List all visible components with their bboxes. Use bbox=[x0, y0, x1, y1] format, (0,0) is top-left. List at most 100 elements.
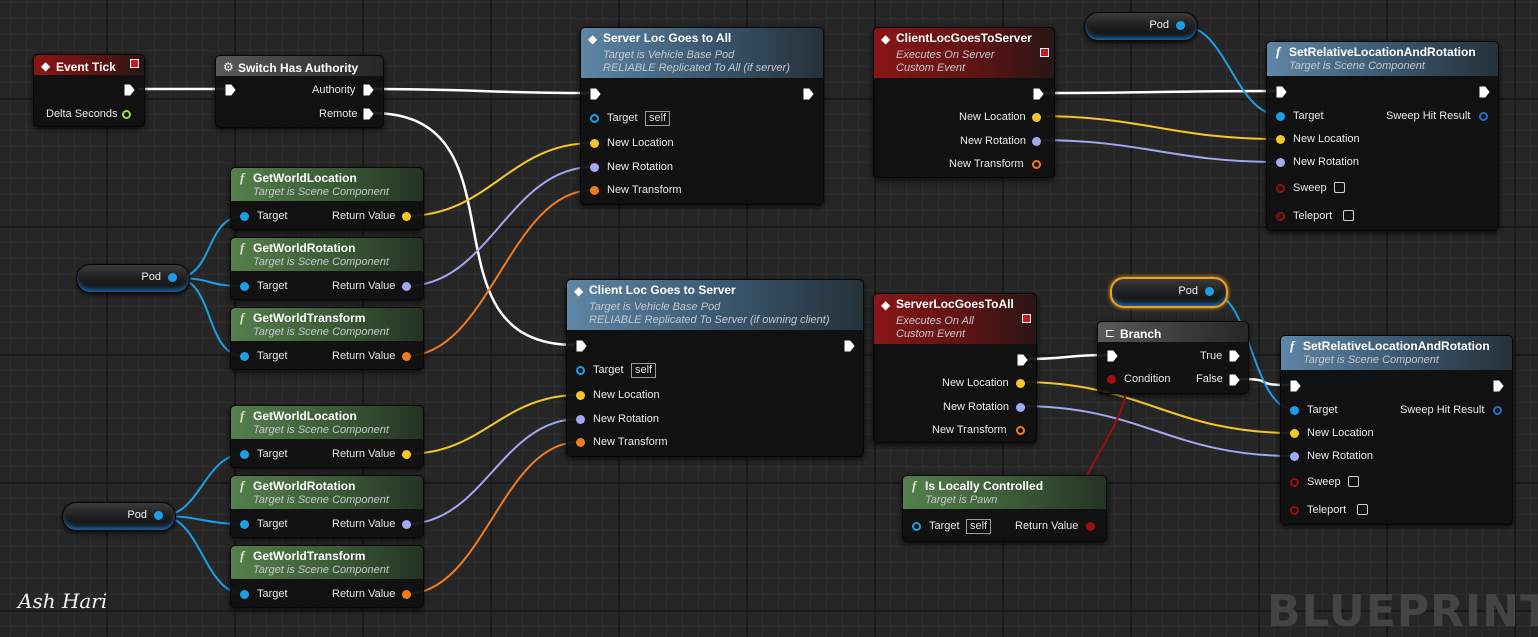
set-relative-location-rotation-node[interactable]: f SetRelativeLocationAndRotation Target is… bbox=[1280, 335, 1513, 525]
get-world-transform-node[interactable]: f GetWorldTransform Target is Scene Compon… bbox=[230, 545, 424, 608]
teleport-pin[interactable] bbox=[1290, 506, 1299, 515]
node-title: SetRelativeLocationAndRotation bbox=[1289, 45, 1476, 59]
target-pin[interactable] bbox=[912, 522, 921, 531]
is-locally-controlled-node[interactable]: f Is Locally Controlled Target is Pawn Tar… bbox=[902, 475, 1107, 542]
new-location-pin[interactable] bbox=[576, 391, 585, 400]
target-pin[interactable] bbox=[240, 450, 249, 459]
pod-output-pin[interactable] bbox=[1205, 287, 1214, 296]
target-pin[interactable] bbox=[576, 366, 585, 375]
self-default[interactable]: self bbox=[966, 519, 992, 534]
pod-variable[interactable]: Pod bbox=[62, 502, 176, 531]
return-value-pin[interactable] bbox=[402, 212, 411, 221]
pod-output-pin[interactable] bbox=[154, 511, 163, 520]
get-world-location-node[interactable]: f GetWorldLocation Target is Scene Compone… bbox=[230, 405, 424, 468]
new-rotation-pin[interactable] bbox=[1016, 403, 1025, 412]
exec-in-pin[interactable] bbox=[576, 340, 587, 352]
get-world-transform-node[interactable]: f GetWorldTransform Target is Scene Compon… bbox=[230, 307, 424, 370]
exec-in-pin[interactable] bbox=[1290, 380, 1301, 392]
sweep-checkbox[interactable] bbox=[1334, 182, 1345, 193]
return-value-pin[interactable] bbox=[402, 282, 411, 291]
server-loc-goes-to-all-node[interactable]: ◆ Server Loc Goes to All Target is Vehicle… bbox=[580, 27, 824, 205]
new-transform-pin[interactable] bbox=[576, 438, 585, 447]
exec-out-pin[interactable] bbox=[124, 84, 135, 96]
false-exec-pin[interactable] bbox=[1229, 374, 1240, 386]
new-location-pin[interactable] bbox=[590, 139, 599, 148]
pod-variable[interactable]: Pod bbox=[1084, 12, 1198, 41]
target-pin[interactable] bbox=[590, 114, 599, 123]
target-pin[interactable] bbox=[1276, 112, 1285, 121]
authority-exec-pin[interactable] bbox=[363, 84, 374, 96]
pod-variable[interactable]: Pod bbox=[76, 264, 190, 293]
new-location-pin[interactable] bbox=[1032, 113, 1041, 122]
function-icon: f bbox=[1290, 338, 1295, 353]
exec-in-pin[interactable] bbox=[225, 84, 236, 96]
exec-out-pin[interactable] bbox=[1479, 86, 1490, 98]
exec-in-pin[interactable] bbox=[590, 88, 601, 100]
exec-in-pin[interactable] bbox=[1276, 86, 1287, 98]
sweep-checkbox[interactable] bbox=[1348, 476, 1359, 487]
set-relative-location-rotation-node[interactable]: f SetRelativeLocationAndRotation Target is… bbox=[1266, 41, 1499, 231]
exec-in-pin[interactable] bbox=[1107, 350, 1118, 362]
teleport-pin[interactable] bbox=[1276, 212, 1285, 221]
target-pin[interactable] bbox=[1290, 406, 1299, 415]
sweep-hit-result-pin[interactable] bbox=[1493, 406, 1502, 415]
exec-out-pin[interactable] bbox=[844, 340, 855, 352]
return-value-pin[interactable] bbox=[402, 520, 411, 529]
return-value-pin[interactable] bbox=[1086, 522, 1095, 531]
get-world-location-node[interactable]: f GetWorldLocation Target is Scene Compone… bbox=[230, 167, 424, 230]
get-world-rotation-node[interactable]: f GetWorldRotation Target is Scene Compone… bbox=[230, 475, 424, 538]
pin-label: Target bbox=[257, 280, 288, 292]
sweep-pin[interactable] bbox=[1290, 478, 1299, 487]
teleport-checkbox[interactable] bbox=[1343, 210, 1354, 221]
self-default[interactable]: self bbox=[631, 363, 657, 378]
get-world-rotation-node[interactable]: f GetWorldRotation Target is Scene Compone… bbox=[230, 237, 424, 300]
client-loc-goes-to-server-event-node[interactable]: ◆ ClientLocGoesToServer Executes On Server… bbox=[873, 27, 1055, 178]
teleport-checkbox[interactable] bbox=[1357, 504, 1368, 515]
node-subtitle: Target is Scene Component bbox=[253, 326, 389, 338]
new-location-pin[interactable] bbox=[1290, 429, 1299, 438]
new-transform-pin[interactable] bbox=[1016, 426, 1025, 435]
true-exec-pin[interactable] bbox=[1229, 350, 1240, 362]
new-rotation-pin[interactable] bbox=[1290, 452, 1299, 461]
pin-label: Return Value bbox=[1015, 520, 1079, 532]
self-default[interactable]: self bbox=[645, 111, 671, 126]
target-pin[interactable] bbox=[240, 520, 249, 529]
new-transform-pin[interactable] bbox=[1032, 160, 1041, 169]
new-rotation-pin[interactable] bbox=[590, 163, 599, 172]
node-subtitle: Target is Scene Component bbox=[1289, 60, 1425, 72]
pod-output-pin[interactable] bbox=[1176, 21, 1185, 30]
pin-label: Target bbox=[1307, 404, 1338, 416]
new-location-pin[interactable] bbox=[1016, 379, 1025, 388]
exec-out-pin[interactable] bbox=[1493, 380, 1504, 392]
target-pin[interactable] bbox=[240, 212, 249, 221]
new-rotation-pin[interactable] bbox=[1032, 137, 1041, 146]
pod-variable-selected[interactable]: Pod bbox=[1110, 277, 1228, 308]
target-pin[interactable] bbox=[240, 352, 249, 361]
client-loc-goes-to-server-node[interactable]: ◆ Client Loc Goes to Server Target is Vehi… bbox=[566, 279, 864, 457]
return-value-pin[interactable] bbox=[402, 450, 411, 459]
delta-seconds-pin[interactable] bbox=[122, 110, 131, 119]
condition-pin[interactable] bbox=[1107, 375, 1116, 384]
node-title: Is Locally Controlled bbox=[925, 479, 1044, 493]
new-transform-pin[interactable] bbox=[590, 186, 599, 195]
new-rotation-pin[interactable] bbox=[1276, 158, 1285, 167]
new-location-pin[interactable] bbox=[1276, 135, 1285, 144]
return-value-pin[interactable] bbox=[402, 590, 411, 599]
exec-out-pin[interactable] bbox=[1017, 354, 1028, 366]
return-value-pin[interactable] bbox=[402, 352, 411, 361]
server-loc-goes-to-all-event-node[interactable]: ◆ ServerLocGoesToAll Executes On All Custom… bbox=[873, 293, 1037, 443]
sweep-hit-result-pin[interactable] bbox=[1479, 112, 1488, 121]
node-subtitle: Custom Event bbox=[896, 62, 966, 74]
exec-out-pin[interactable] bbox=[803, 88, 814, 100]
sweep-pin[interactable] bbox=[1276, 184, 1285, 193]
branch-node[interactable]: ⊏ Branch True Condition False bbox=[1097, 321, 1249, 394]
remote-exec-pin[interactable] bbox=[363, 108, 374, 120]
target-pin[interactable] bbox=[240, 590, 249, 599]
pin-label: New Transform bbox=[932, 424, 1007, 436]
new-rotation-pin[interactable] bbox=[576, 415, 585, 424]
target-pin[interactable] bbox=[240, 282, 249, 291]
event-tick-node[interactable]: ◆ Event Tick Delta Seconds bbox=[33, 54, 145, 127]
exec-out-pin[interactable] bbox=[1033, 88, 1044, 100]
switch-has-authority-node[interactable]: ⚙ Switch Has Authority Authority Remote bbox=[215, 55, 384, 128]
pod-output-pin[interactable] bbox=[168, 273, 177, 282]
